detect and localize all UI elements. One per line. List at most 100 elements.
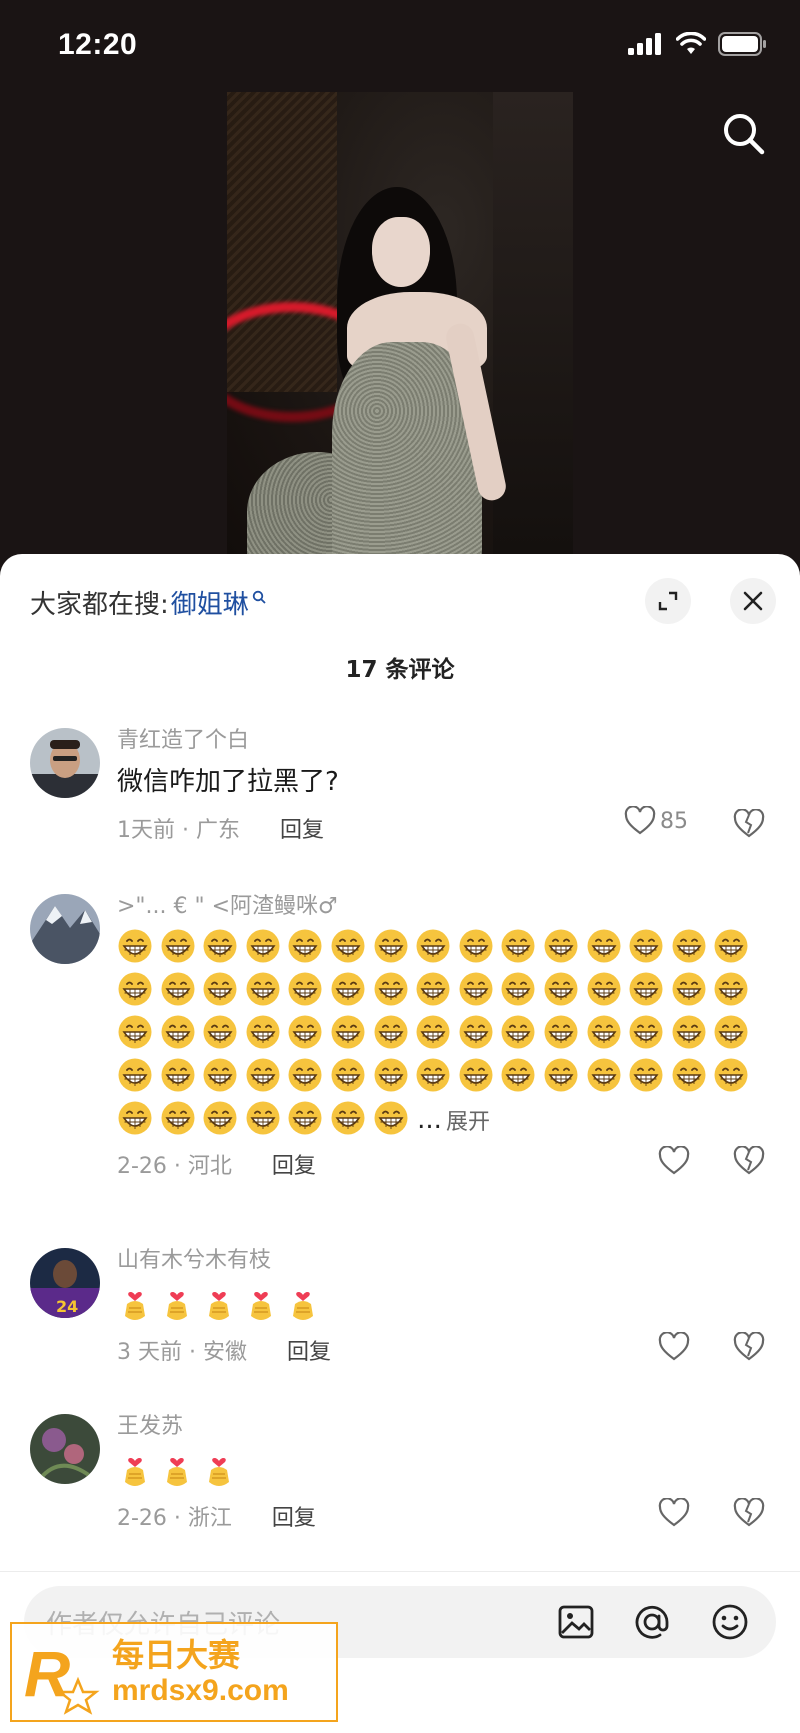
finger-heart-hand-icon: [125, 1292, 145, 1320]
grinning-face-icon: [161, 1101, 195, 1135]
grinning-face-icon: [161, 1015, 195, 1049]
grinning-face-icon: [501, 972, 535, 1006]
grinning-face-icon: [544, 972, 578, 1006]
grinning-face-icon: [331, 972, 365, 1006]
close-button[interactable]: [730, 578, 776, 624]
emoji-last-row: ... 展开: [117, 1100, 756, 1140]
grinning-face-icon: [203, 1101, 237, 1135]
expand-icon: [658, 591, 678, 611]
grinning-face-icon: [374, 1101, 408, 1135]
grinning-face-icon: [501, 929, 535, 963]
grinning-face-icon: [587, 1058, 621, 1092]
watermark-logo-icon: R: [24, 1638, 100, 1715]
finger-heart-hand-icon: [251, 1292, 271, 1320]
grinning-face-icon: [246, 1101, 280, 1135]
watermark-logo-letter: R: [24, 1638, 70, 1710]
grinning-face-icon: [246, 972, 280, 1006]
avatar-image: [30, 1414, 100, 1484]
finger-heart-hand-icon: [209, 1458, 229, 1486]
finger-heart-hand-icon: [209, 1292, 229, 1320]
grinning-face-icon: [544, 1058, 578, 1092]
grinning-face-icon: [203, 929, 237, 963]
grinning-face-icon: [331, 1101, 365, 1135]
comment-item: 24 山有木兮木有枝 3 天前 · 安徽 回复: [0, 1246, 800, 1376]
image-icon[interactable]: [556, 1602, 596, 1642]
emoji-picker-icon[interactable]: [710, 1602, 750, 1642]
comment-item: 青红造了个白 微信咋加了拉黑了? 1天前 · 广东 回复 85: [0, 726, 800, 866]
comment-time-location: 1天前 · 广东: [117, 818, 240, 843]
expand-button[interactable]: [645, 578, 691, 624]
grinning-face-icon: [331, 929, 365, 963]
status-icons: [628, 32, 768, 56]
grinning-face-icon: [544, 929, 578, 963]
grinning-face-icon: [629, 929, 663, 963]
grinning-face-icon: [118, 972, 152, 1006]
broken-heart-icon[interactable]: [733, 1332, 765, 1362]
grinning-face-icon: [672, 1015, 706, 1049]
like-button[interactable]: 85: [624, 806, 688, 836]
avatar[interactable]: [30, 1414, 100, 1484]
grinning-face-icon: [203, 1015, 237, 1049]
comment-text: 微信咋加了拉黑了?: [117, 767, 339, 797]
watermark-url: mrdsx9.com: [112, 1674, 289, 1707]
heart-icon[interactable]: [658, 1146, 690, 1176]
avatar-image: [30, 894, 100, 964]
comment-time-location: 3 天前 · 安徽: [117, 1340, 247, 1365]
grinning-face-icon: [161, 972, 195, 1006]
heart-icon[interactable]: [658, 1498, 690, 1528]
status-time: 12:20: [58, 28, 138, 61]
finger-heart-hand-icon: [293, 1292, 313, 1320]
grinning-face-icon: [459, 972, 493, 1006]
comment-username[interactable]: 王发苏: [117, 1412, 800, 1442]
grinning-face-icon: [587, 1015, 621, 1049]
comment-username[interactable]: 青红造了个白: [117, 726, 800, 756]
avatar[interactable]: [30, 728, 100, 798]
trending-search[interactable]: 大家都在搜: 御姐琳: [30, 584, 266, 621]
avatar[interactable]: 24: [30, 1248, 100, 1318]
avatar[interactable]: [30, 894, 100, 964]
grinning-face-icon: [459, 929, 493, 963]
grinning-face-icon: [118, 1015, 152, 1049]
mention-icon[interactable]: [632, 1602, 672, 1642]
broken-heart-icon[interactable]: [733, 1498, 765, 1528]
emoji-row: [117, 1450, 800, 1490]
broken-heart-icon[interactable]: [733, 809, 765, 839]
watermark: R 每日大赛 mrdsx9.com: [10, 1622, 338, 1722]
grinning-face-icon: [416, 1015, 450, 1049]
heart-icon[interactable]: [658, 1332, 690, 1362]
grinning-face-icon: [587, 972, 621, 1006]
comment-username[interactable]: 山有木兮木有枝: [117, 1246, 800, 1276]
grinning-face-icon: [714, 1015, 748, 1049]
broken-heart-icon[interactable]: [733, 1146, 765, 1176]
finger-heart-hand-icon: [167, 1292, 187, 1320]
grinning-face-icon: [714, 929, 748, 963]
comment-username[interactable]: >"... € " <阿渣鳗咪♂: [117, 892, 800, 922]
grinning-face-icon: [246, 929, 280, 963]
grinning-face-icon: [714, 1058, 748, 1092]
small-search-icon: [252, 590, 266, 604]
trending-search-keyword[interactable]: 御姐琳: [171, 584, 249, 621]
ellipsis: ...: [417, 1105, 442, 1135]
comment-count: 17 条评论: [345, 657, 455, 683]
trending-search-prefix: 大家都在搜:: [30, 590, 169, 620]
grinning-face-icon: [672, 972, 706, 1006]
reply-button[interactable]: 回复: [280, 812, 324, 844]
expand-comment-link[interactable]: 展开: [446, 1104, 490, 1136]
reply-button[interactable]: 回复: [272, 1500, 316, 1532]
grinning-face-icon: [459, 1058, 493, 1092]
grinning-face-icon: [374, 972, 408, 1006]
grinning-face-icon: [416, 929, 450, 963]
signal-icon: [628, 33, 661, 55]
grinning-face-icon: [288, 1101, 322, 1135]
grinning-face-icon: [246, 1058, 280, 1092]
comment-sheet: 大家都在搜: 御姐琳 17 条评论 青红造了个白 微信咋加了拉黑了? 1天前 ·…: [0, 554, 800, 1733]
post-photo[interactable]: [227, 92, 573, 554]
reply-button[interactable]: 回复: [287, 1334, 331, 1366]
divider: [0, 1571, 800, 1572]
reply-button[interactable]: 回复: [272, 1148, 316, 1180]
grinning-face-icon: [544, 1015, 578, 1049]
grinning-face-icon: [629, 1058, 663, 1092]
search-icon[interactable]: [720, 110, 768, 158]
grinning-face-icon: [501, 1058, 535, 1092]
grinning-face-icon: [374, 929, 408, 963]
